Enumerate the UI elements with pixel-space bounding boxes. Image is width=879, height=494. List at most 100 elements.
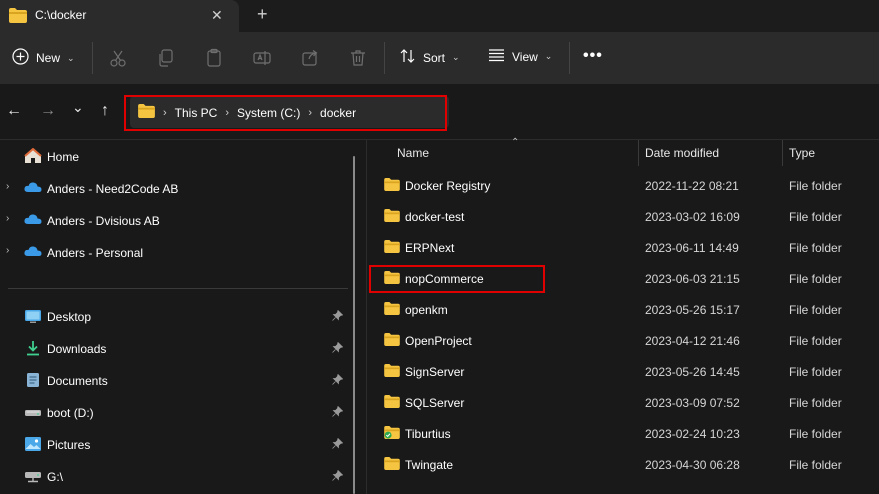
pictures-icon [24, 436, 42, 452]
file-row-docker-registry[interactable]: Docker Registry 2022-11-22 08:21 File fo… [366, 169, 879, 200]
new-button[interactable]: New ⌄ [12, 48, 75, 68]
sidebar-item-documents[interactable]: Documents [0, 365, 355, 395]
sidebar-item-downloads[interactable]: Downloads [0, 333, 355, 363]
divider [384, 42, 385, 74]
file-date-modified: 2023-03-09 07:52 [645, 396, 740, 410]
home-icon [24, 147, 42, 164]
file-type: File folder [789, 427, 842, 441]
drive-icon [24, 404, 42, 420]
pin-icon[interactable] [332, 341, 344, 356]
sidebar-item-label: boot (D:) [47, 406, 94, 420]
file-date-modified: 2023-05-26 15:17 [645, 303, 740, 317]
cut-icon[interactable] [108, 48, 128, 68]
expand-chevron-icon[interactable]: › [6, 213, 9, 224]
file-row-erpnext[interactable]: ERPNext 2023-06-11 14:49 File folder [366, 231, 879, 262]
file-type: File folder [789, 458, 842, 472]
sidebar-item-g-drive[interactable]: G:\ [0, 461, 355, 491]
divider [569, 42, 570, 74]
network-drive-icon [24, 468, 42, 484]
downloads-icon [24, 340, 42, 356]
paste-icon[interactable] [204, 48, 224, 68]
file-row-signserver[interactable]: SignServer 2023-05-26 14:45 File folder [366, 355, 879, 386]
sidebar-item-onedrive-dvisious[interactable]: › Anders - Dvisious AB [0, 205, 355, 235]
column-resize-handle[interactable] [782, 140, 783, 166]
sidebar-item-onedrive-need2code[interactable]: › Anders - Need2Code AB [0, 173, 355, 203]
more-options-icon[interactable]: ••• [583, 47, 603, 65]
file-name: ERPNext [405, 241, 455, 255]
sidebar-item-pictures[interactable]: Pictures [0, 429, 355, 459]
close-tab-icon[interactable]: ✕ [211, 7, 223, 24]
folder-icon [384, 457, 400, 470]
column-header-type[interactable]: Type [789, 146, 815, 160]
file-date-modified: 2023-06-11 14:49 [645, 241, 739, 255]
file-row-sqlserver[interactable]: SQLServer 2023-03-09 07:52 File folder [366, 386, 879, 417]
sidebar-scrollbar[interactable] [353, 156, 355, 494]
address-highlight-box [124, 95, 447, 131]
file-type: File folder [789, 210, 842, 224]
file-row-openkm[interactable]: openkm 2023-05-26 15:17 File folder [366, 293, 879, 324]
divider [92, 42, 93, 74]
recent-locations-chevron-icon[interactable]: ⌄ [72, 99, 84, 116]
folder-icon [9, 8, 27, 26]
file-row-tiburtius[interactable]: Tiburtius 2023-02-24 10:23 File folder [366, 417, 879, 448]
new-tab-button[interactable]: + [257, 4, 268, 24]
chevron-down-icon: ⌄ [452, 52, 460, 62]
folder-icon [384, 302, 400, 315]
column-resize-handle[interactable] [638, 140, 639, 166]
pin-icon[interactable] [332, 405, 344, 420]
delete-icon[interactable] [348, 48, 368, 68]
file-type: File folder [789, 241, 842, 255]
sidebar-item-onedrive-personal[interactable]: › Anders - Personal [0, 237, 355, 267]
sidebar-item-label: Downloads [47, 342, 107, 356]
onedrive-icon [24, 180, 42, 196]
pin-icon[interactable] [332, 469, 344, 484]
pin-icon[interactable] [332, 373, 344, 388]
sort-button[interactable]: Sort ⌄ [400, 48, 460, 67]
sidebar-item-boot-drive[interactable]: boot (D:) [0, 397, 355, 427]
expand-chevron-icon[interactable]: › [6, 245, 9, 256]
pin-icon[interactable] [332, 309, 344, 324]
back-arrow-icon[interactable]: ← [6, 102, 22, 120]
file-row-twingate[interactable]: Twingate 2023-04-30 06:28 File folder [366, 448, 879, 479]
plus-circle-icon [12, 48, 29, 68]
sidebar-item-home[interactable]: Home [0, 141, 355, 171]
forward-arrow-icon[interactable]: → [40, 102, 56, 120]
folder-icon [384, 240, 400, 253]
tab-current[interactable]: C:\docker ✕ [0, 0, 239, 32]
column-header-date-modified[interactable]: Date modified [645, 146, 719, 160]
up-arrow-icon[interactable]: ↑ [101, 102, 109, 120]
sort-label: Sort [423, 50, 446, 65]
file-type: File folder [789, 396, 842, 410]
file-type: File folder [789, 365, 842, 379]
navigation-bar: ← → ⌄ ↑ › This PC › System (C:) › docker [0, 84, 879, 140]
file-date-modified: 2023-04-12 21:46 [645, 334, 740, 348]
file-name: Tiburtius [405, 427, 451, 441]
rename-icon[interactable] [252, 48, 272, 68]
file-row-openproject[interactable]: OpenProject 2023-04-12 21:46 File folder [366, 324, 879, 355]
nopcommerce-highlight-box [369, 265, 545, 293]
view-button[interactable]: View ⌄ [488, 48, 552, 65]
share-icon[interactable] [300, 48, 320, 68]
sidebar-item-label: G:\ [47, 470, 64, 484]
file-date-modified: 2023-02-24 10:23 [645, 427, 740, 441]
title-bar: C:\docker ✕ + [0, 0, 879, 32]
pin-icon[interactable] [332, 437, 344, 452]
command-bar: New ⌄ Sort ⌄ View ⌄ ••• [0, 32, 879, 84]
folder-icon [384, 333, 400, 346]
file-date-modified: 2023-05-26 14:45 [645, 365, 740, 379]
sidebar-item-desktop[interactable]: Desktop [0, 301, 355, 331]
column-header-name[interactable]: Name [397, 146, 429, 160]
sidebar-divider [8, 288, 348, 289]
sidebar-item-label: Pictures [47, 438, 91, 452]
navigation-pane: Home › Anders - Need2Code AB › Anders - … [0, 140, 360, 494]
file-name: Twingate [405, 458, 454, 472]
file-date-modified: 2023-06-03 21:15 [645, 272, 740, 286]
expand-chevron-icon[interactable]: › [6, 181, 9, 192]
file-row-docker-test[interactable]: docker-test 2023-03-02 16:09 File folder [366, 200, 879, 231]
view-label: View [512, 49, 538, 64]
file-name: SQLServer [405, 396, 465, 410]
copy-icon[interactable] [156, 48, 176, 68]
sidebar-item-label: Home [47, 150, 80, 164]
sort-ascending-icon: ⌃ [511, 137, 520, 148]
file-type: File folder [789, 334, 842, 348]
